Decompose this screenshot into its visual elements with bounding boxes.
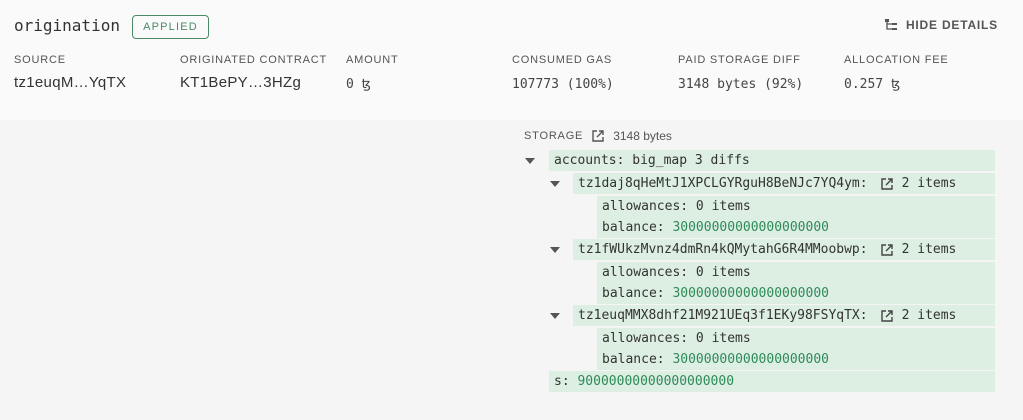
accounts-type: big_map 3 diffs — [632, 153, 750, 168]
tree-row-entry: tz1fWUkzMvnz4dmRn4kQMytahG6R4MMoobwp: 2 … — [573, 239, 995, 260]
gas-value: 107773 (100%) — [512, 77, 614, 92]
storage-header: STORAGE 3148 bytes — [524, 129, 672, 143]
collapse-entry-icon[interactable] — [550, 247, 560, 253]
open-external-icon[interactable] — [880, 243, 894, 257]
storage-diff-value: 3148 bytes (92%) — [678, 77, 804, 92]
entry-address: tz1euqMMX8dhf21M921UEq3f1EKy98FSYqTX: — [578, 308, 868, 323]
balance-value: 30000000000000000000 — [672, 286, 829, 301]
amount-value: 0 ꜩ — [346, 77, 371, 92]
entry-item-count: 2 items — [901, 242, 957, 257]
gas-field: CONSUMED GAS 107773 (100%) — [512, 54, 614, 92]
tree-row-entry: tz1daj8qHeMtJ1XPCLGYRguH8BeNJc7YQ4ym: 2 … — [573, 173, 995, 194]
supply-value: 90000000000000000000 — [577, 374, 735, 389]
allowances-key: allowances: — [602, 199, 689, 214]
status-badge: APPLIED — [132, 15, 209, 39]
gas-label: CONSUMED GAS — [512, 54, 613, 66]
entry-address: tz1daj8qHeMtJ1XPCLGYRguH8BeNJc7YQ4ym: — [578, 176, 868, 191]
tree-row-allowances: allowances: 0 items — [597, 262, 995, 283]
source-field: SOURCE tz1euqM…YqTX — [14, 54, 126, 91]
contract-label: ORIGINATED CONTRACT — [180, 54, 327, 66]
tree-collapse-icon — [884, 19, 897, 30]
tree-row-allowances: allowances: 0 items — [597, 196, 995, 217]
allocation-value: 0.257 ꜩ — [844, 77, 901, 92]
operation-header: origination APPLIED HIDE DETAILS SOURCE … — [0, 0, 1023, 120]
entry-item-count: 2 items — [901, 308, 957, 323]
supply-key: s: — [554, 374, 570, 389]
open-external-icon[interactable] — [880, 309, 894, 323]
storage-diff-label: PAID STORAGE DIFF — [678, 54, 801, 66]
allowances-value: 0 items — [695, 265, 751, 280]
tree-row-balance: balance: 30000000000000000000 — [597, 283, 995, 304]
storage-label: STORAGE — [524, 130, 584, 142]
entry-address: tz1fWUkzMvnz4dmRn4kQMytahG6R4MMoobwp: — [578, 242, 868, 257]
amount-field: AMOUNT 0 ꜩ — [346, 54, 398, 92]
tree-row-balance: balance: 30000000000000000000 — [597, 217, 995, 238]
allowances-key: allowances: — [602, 331, 689, 346]
balance-value: 30000000000000000000 — [672, 220, 829, 235]
balance-key: balance: — [602, 352, 665, 367]
entry-item-count: 2 items — [901, 176, 957, 191]
balance-key: balance: — [602, 286, 665, 301]
storage-diff-field: PAID STORAGE DIFF 3148 bytes (92%) — [678, 54, 803, 92]
allocation-label: ALLOCATION FEE — [844, 54, 949, 66]
contract-address[interactable]: KT1BePY…3HZg — [180, 74, 327, 91]
tree-row-supply: s: 90000000000000000000 — [549, 371, 995, 392]
allowances-value: 0 items — [695, 199, 751, 214]
tree-row-entry: tz1euqMMX8dhf21M921UEq3f1EKy98FSYqTX: 2 … — [573, 305, 995, 326]
hide-details-button[interactable]: HIDE DETAILS — [884, 18, 998, 32]
tree-row-allowances: allowances: 0 items — [597, 328, 995, 349]
tree-row-accounts: accounts: big_map 3 diffs — [549, 150, 995, 171]
open-external-icon[interactable] — [880, 177, 894, 191]
amount-label: AMOUNT — [346, 54, 399, 66]
accounts-key: accounts: — [554, 153, 625, 168]
source-address[interactable]: tz1euqM…YqTX — [14, 74, 126, 91]
balance-value: 30000000000000000000 — [672, 352, 829, 367]
collapse-entry-icon[interactable] — [550, 181, 560, 187]
balance-key: balance: — [602, 220, 665, 235]
open-external-icon[interactable] — [591, 129, 605, 143]
collapse-accounts-icon[interactable] — [525, 158, 535, 164]
tree-row-balance: balance: 30000000000000000000 — [597, 349, 995, 370]
storage-size: 3148 bytes — [613, 129, 672, 143]
contract-field: ORIGINATED CONTRACT KT1BePY…3HZg — [180, 54, 327, 91]
operation-kind: origination — [14, 16, 120, 35]
allocation-field: ALLOCATION FEE 0.257 ꜩ — [844, 54, 949, 92]
source-label: SOURCE — [14, 54, 66, 66]
hide-details-label: HIDE DETAILS — [905, 18, 998, 32]
collapse-entry-icon[interactable] — [550, 313, 560, 319]
allowances-value: 0 items — [695, 331, 751, 346]
allowances-key: allowances: — [602, 265, 689, 280]
